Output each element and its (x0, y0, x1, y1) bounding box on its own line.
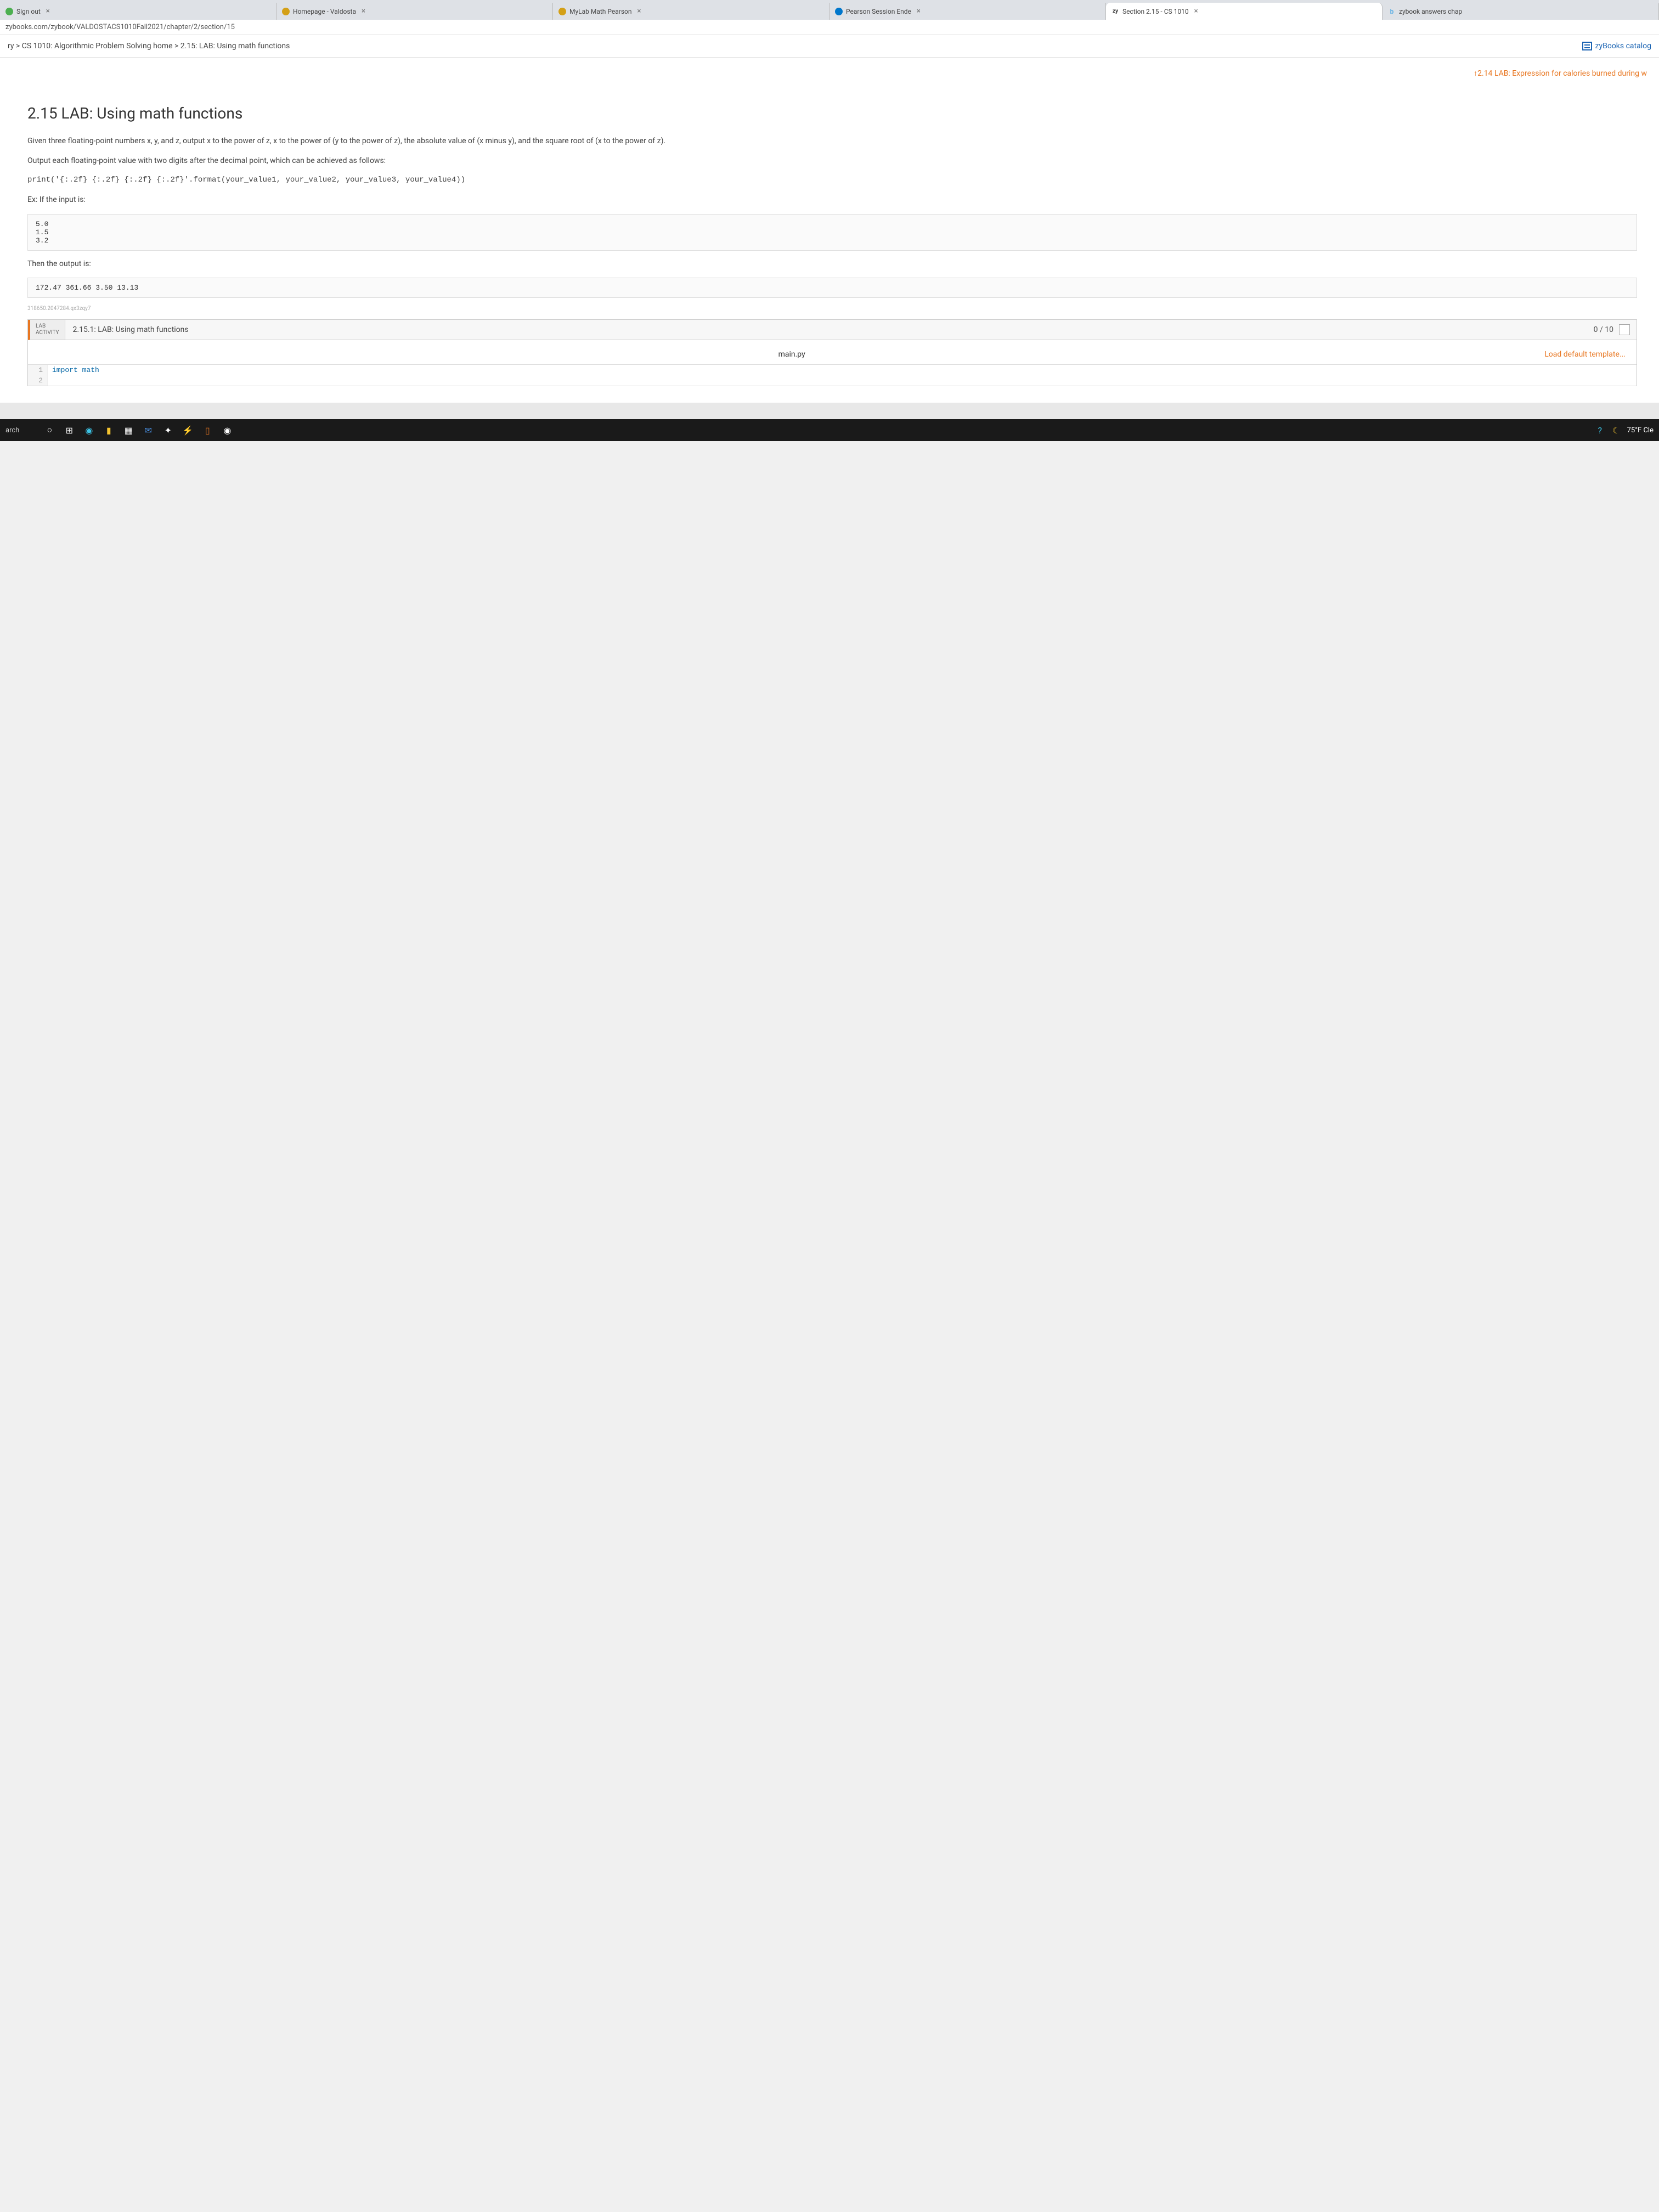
tab-label: Pearson Session Ende (846, 8, 911, 15)
editor-line: 1 import math (28, 365, 1637, 375)
cortana-icon[interactable]: ○ (43, 424, 55, 436)
taskbar-icons: ○ ⊞ ◉ ▮ ▦ ✉ ✦ ⚡ ▯ ◉ (43, 424, 233, 436)
tab-label: Section 2.15 - CS 1010 (1122, 8, 1189, 15)
tab-favicon (282, 8, 290, 15)
score-text: 0 / 10 (1594, 325, 1613, 334)
windows-taskbar: arch ○ ⊞ ◉ ▮ ▦ ✉ ✦ ⚡ ▯ ◉ ? ☾ 75°F Cle (0, 419, 1659, 441)
filename: main.py (778, 350, 805, 359)
edge-icon[interactable]: ◉ (83, 424, 95, 436)
code-example: print('{:.2f} {:.2f} {:.2f} {:.2f}'.form… (27, 174, 1637, 187)
browser-tab-strip: Sign out × Homepage - Valdosta × MyLab M… (0, 0, 1659, 20)
tab-favicon (835, 8, 843, 15)
dropbox-icon[interactable]: ✦ (162, 424, 174, 436)
weather-icon: ☾ (1612, 425, 1620, 436)
code-text[interactable] (48, 375, 57, 386)
input-example: 5.0 1.5 3.2 (27, 214, 1637, 251)
tab-favicon (5, 8, 13, 15)
code-editor[interactable]: 1 import math 2 (28, 364, 1637, 386)
instructions: Given three floating-point numbers x, y,… (27, 136, 1637, 298)
instruction-paragraph: Then the output is: (27, 258, 1637, 270)
main-content: 2.15 LAB: Using math functions Given thr… (0, 88, 1659, 403)
browser-tab[interactable]: Homepage - Valdosta × (276, 3, 553, 20)
task-view-icon[interactable]: ⊞ (63, 424, 75, 436)
activity-tag: LAB ACTIVITY (30, 320, 65, 340)
line-number: 2 (28, 375, 48, 386)
instruction-paragraph: Ex: If the input is: (27, 194, 1637, 206)
instruction-paragraph: Output each floating-point value with tw… (27, 155, 1637, 167)
browser-tab[interactable]: Sign out × (0, 3, 276, 20)
browser-tab[interactable]: Pearson Session Ende × (830, 3, 1106, 20)
load-template-link[interactable]: Load default template... (1544, 350, 1626, 359)
browser-tab[interactable]: MyLab Math Pearson × (553, 3, 830, 20)
close-icon[interactable]: × (362, 7, 365, 15)
tab-label: Sign out (16, 8, 41, 15)
activity-header: LAB ACTIVITY 2.15.1: LAB: Using math fun… (28, 320, 1637, 340)
url-bar[interactable]: zybooks.com/zybook/VALDOSTACS1010Fall202… (0, 20, 1659, 35)
page-title: 2.15 LAB: Using math functions (27, 104, 1637, 122)
score-area: 0 / 10 (1587, 320, 1637, 340)
prev-section-bar: ↑2.14 LAB: Expression for calories burne… (0, 58, 1659, 88)
tab-label: Homepage - Valdosta (293, 8, 356, 15)
tab-favicon: zy (1111, 8, 1119, 15)
search-text[interactable]: arch (5, 426, 19, 435)
help-icon[interactable]: ? (1594, 424, 1606, 436)
browser-tab[interactable]: b zybook answers chap (1383, 3, 1659, 20)
url-text: zybooks.com/zybook/VALDOSTACS1010Fall202… (5, 23, 235, 31)
close-icon[interactable]: × (637, 7, 641, 15)
activity-id: 318650.2047284.qx3zqy7 (27, 306, 1637, 312)
store-icon[interactable]: ▦ (122, 424, 134, 436)
close-icon[interactable]: × (917, 7, 921, 15)
file-explorer-icon[interactable]: ▮ (103, 424, 115, 436)
activity-title: 2.15.1: LAB: Using math functions (65, 320, 1587, 340)
catalog-link-label: zyBooks catalog (1595, 42, 1651, 50)
browser-tab-active[interactable]: zy Section 2.15 - CS 1010 × (1106, 3, 1383, 20)
instruction-paragraph: Given three floating-point numbers x, y,… (27, 136, 1637, 148)
close-icon[interactable]: × (1194, 7, 1198, 15)
book-icon (1582, 42, 1592, 50)
editor-file-row: main.py Load default template... (28, 340, 1637, 364)
chrome-icon[interactable]: ◉ (221, 424, 233, 436)
prev-section-link[interactable]: ↑2.14 LAB: Expression for calories burne… (1474, 69, 1647, 78)
score-box-icon (1619, 324, 1630, 335)
breadcrumb-bar: ry > CS 1010: Algorithmic Problem Solvin… (0, 35, 1659, 58)
close-icon[interactable]: × (46, 7, 50, 15)
catalog-link[interactable]: zyBooks catalog (1582, 42, 1651, 50)
weather-text[interactable]: 75°F Cle (1627, 426, 1654, 435)
lab-activity: LAB ACTIVITY 2.15.1: LAB: Using math fun… (27, 319, 1637, 386)
code-text[interactable]: import math (48, 365, 104, 375)
editor-line: 2 (28, 375, 1637, 386)
tab-favicon (558, 8, 566, 15)
line-number: 1 (28, 365, 48, 375)
tab-label: zybook answers chap (1399, 8, 1462, 15)
app-icon[interactable]: ▯ (201, 424, 213, 436)
mail-icon[interactable]: ✉ (142, 424, 154, 436)
tab-label: MyLab Math Pearson (569, 8, 632, 15)
breadcrumb: ry > CS 1010: Algorithmic Problem Solvin… (8, 42, 290, 50)
app-icon[interactable]: ⚡ (182, 424, 194, 436)
output-example: 172.47 361.66 3.50 13.13 (27, 278, 1637, 298)
tab-favicon: b (1388, 8, 1396, 15)
